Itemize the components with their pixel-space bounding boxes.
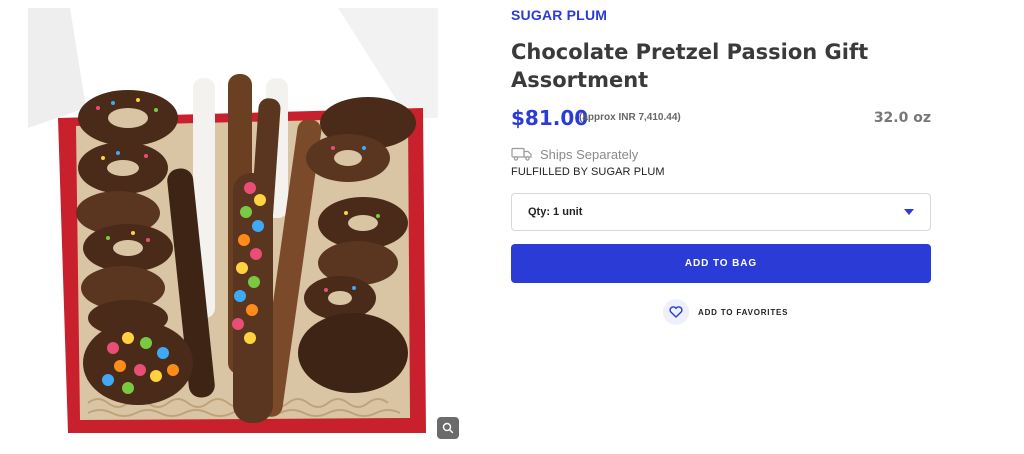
product-image[interactable]	[28, 8, 438, 438]
caret-down-icon	[904, 209, 914, 215]
shipping-note: Ships Separately	[511, 145, 638, 163]
add-to-favorites-button[interactable]: ADD TO FAVORITES	[663, 299, 788, 325]
zoom-button[interactable]	[437, 417, 459, 439]
heart-icon	[669, 306, 683, 318]
price-row: $81.00 (approx INR 7,410.44) 32.0 oz	[511, 106, 931, 132]
approx-price: (approx INR 7,410.44)	[579, 112, 681, 123]
fulfilled-by: FULFILLED BY SUGAR PLUM	[511, 166, 665, 178]
quantity-value: Qty: 1 unit	[528, 206, 583, 218]
product-price: $81.00	[511, 106, 589, 130]
quantity-select[interactable]: Qty: 1 unit	[511, 193, 931, 231]
add-to-favorites-label: ADD TO FAVORITES	[698, 307, 789, 317]
brand-link[interactable]: SUGAR PLUM	[511, 7, 607, 23]
favorite-circle	[663, 299, 689, 325]
ships-separately-label: Ships Separately	[540, 146, 639, 162]
magnify-icon	[442, 422, 454, 434]
add-to-bag-button[interactable]: ADD TO BAG	[511, 244, 931, 283]
truck-icon	[511, 147, 532, 161]
product-weight: 32.0 oz	[873, 110, 931, 126]
product-gallery	[0, 0, 470, 454]
product-title: Chocolate Pretzel Passion Gift Assortmen…	[511, 40, 869, 92]
